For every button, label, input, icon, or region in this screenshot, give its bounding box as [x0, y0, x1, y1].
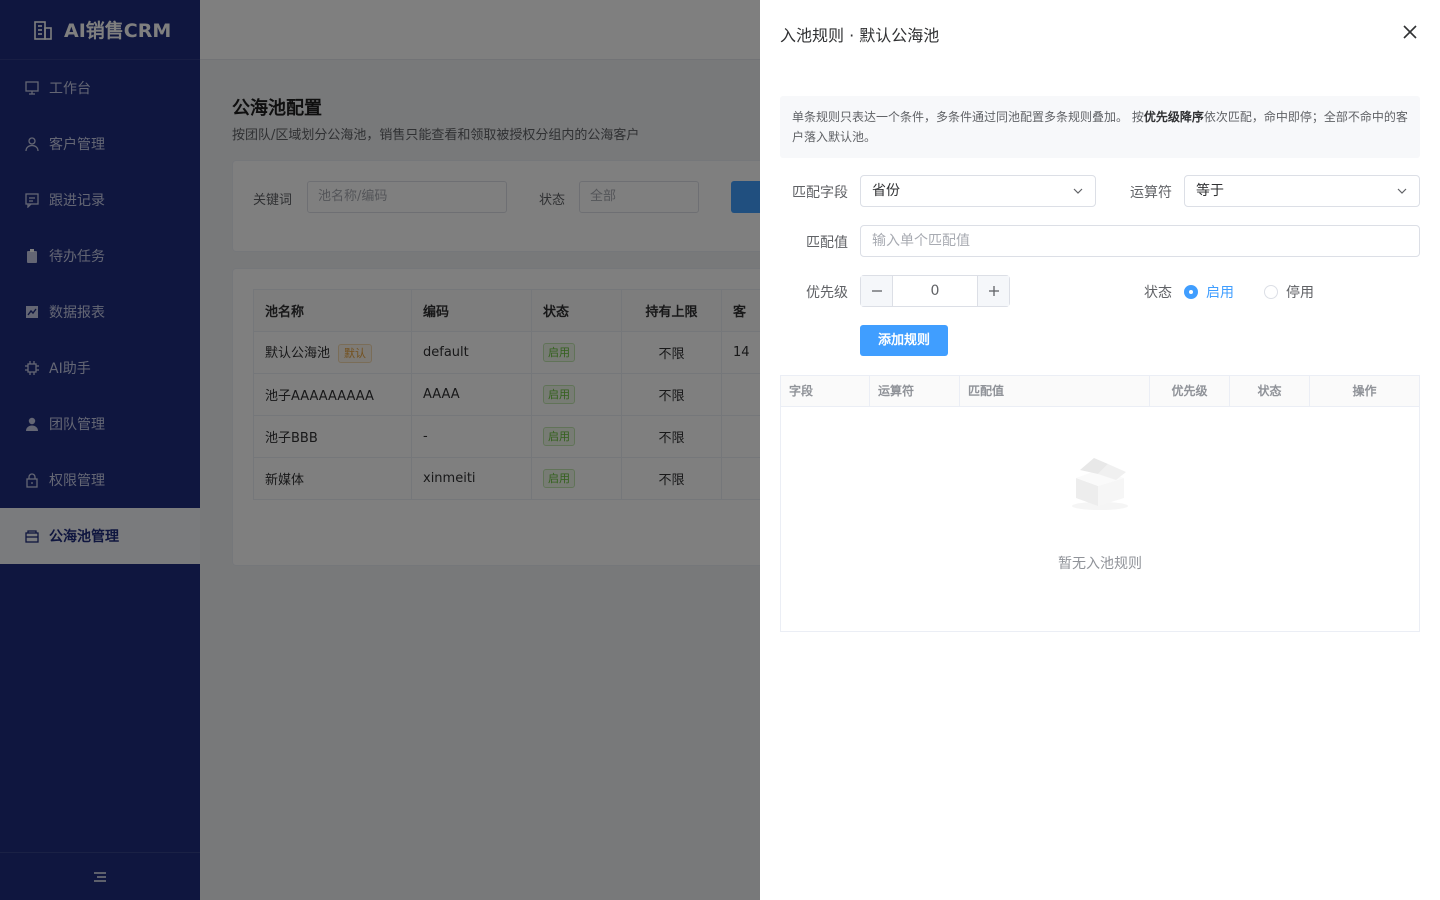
- rules-tip: 单条规则只表达一个条件，多条件通过同池配置多条规则叠加。 按优先级降序依次匹配，…: [780, 96, 1420, 158]
- col-header: 字段: [781, 376, 870, 406]
- match-value-input[interactable]: 输入单个匹配值: [860, 225, 1420, 257]
- plus-icon: [988, 286, 999, 296]
- tip-text: 单条规则只表达一个条件，多条件通过同池配置多条规则叠加。 按: [792, 110, 1144, 124]
- col-header: 状态: [1230, 376, 1310, 406]
- operator-value: 等于: [1196, 183, 1224, 199]
- status-radio-off[interactable]: 停用: [1264, 282, 1314, 302]
- empty-box-icon: [1072, 458, 1128, 510]
- col-header: 优先级: [1150, 376, 1230, 406]
- decrease-button[interactable]: [861, 276, 893, 306]
- priority-label: 优先级: [806, 285, 848, 301]
- rule-status-label: 状态: [1144, 285, 1172, 301]
- empty-text: 暂无入池规则: [1058, 556, 1142, 572]
- add-rule-button[interactable]: 添加规则: [860, 325, 948, 356]
- minus-icon: [871, 290, 882, 292]
- radio-dot: [1264, 285, 1278, 299]
- tip-bold: 优先级降序: [1143, 110, 1204, 124]
- operator-select[interactable]: 等于: [1184, 175, 1420, 207]
- rules-table: 字段 运算符 匹配值 优先级 状态 操作 暂无入池规则: [780, 375, 1420, 632]
- chevron-down-icon: [1397, 188, 1407, 194]
- radio-dot: [1184, 285, 1198, 299]
- match-field-value: 省份: [872, 183, 900, 199]
- increase-button[interactable]: [977, 276, 1009, 306]
- rules-drawer: 入池规则 · 默认公海池 单条规则只表达一个条件，多条件通过同池配置多条规则叠加…: [760, 0, 1440, 900]
- col-header: 匹配值: [960, 376, 1150, 406]
- chevron-down-icon: [1073, 188, 1083, 194]
- rules-table-header: 字段 运算符 匹配值 优先级 状态 操作: [781, 376, 1419, 407]
- priority-value[interactable]: 0: [893, 276, 977, 306]
- match-field-label: 匹配字段: [792, 185, 848, 201]
- close-icon[interactable]: [1400, 22, 1420, 42]
- col-header: 运算符: [870, 376, 960, 406]
- match-field-select[interactable]: 省份: [860, 175, 1096, 207]
- priority-stepper: 0: [860, 275, 1010, 307]
- radio-label: 停用: [1286, 285, 1314, 301]
- match-value-label: 匹配值: [806, 235, 848, 251]
- status-radio-on[interactable]: 启用: [1184, 282, 1234, 302]
- operator-label: 运算符: [1130, 185, 1172, 201]
- col-header: 操作: [1352, 384, 1377, 398]
- drawer-title: 入池规则 · 默认公海池: [780, 26, 940, 45]
- radio-label: 启用: [1206, 285, 1234, 301]
